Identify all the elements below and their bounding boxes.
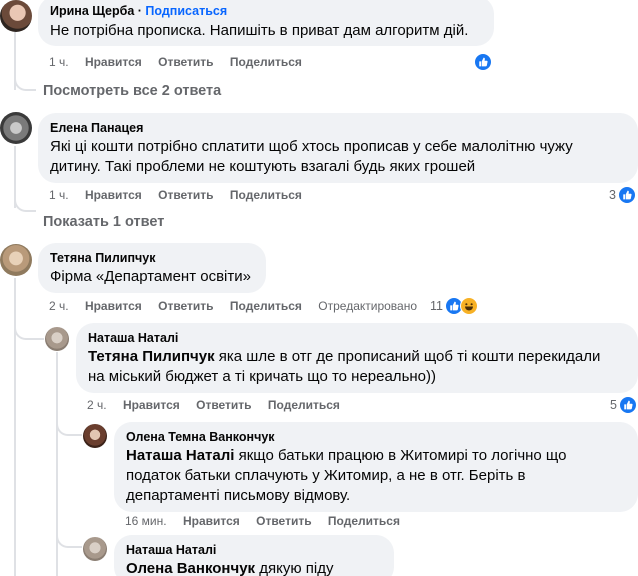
comment-actions: 2 ч. Нравится Ответить Поделиться Отреда… [49, 298, 430, 314]
reaction-summary[interactable]: 11 [430, 297, 478, 315]
avatar[interactable] [0, 244, 32, 276]
reaction-count: 11 [430, 299, 443, 313]
reply-button[interactable]: Ответить [196, 397, 251, 413]
reaction-summary[interactable]: 3 [609, 186, 636, 204]
thread-connector [14, 196, 36, 212]
view-replies-link[interactable]: Показать 1 ответ [43, 213, 164, 231]
reply-button[interactable]: Ответить [158, 298, 213, 314]
reaction-summary[interactable]: 5 [610, 396, 637, 414]
reply-text-line: податок батьки сплачують у Житомир, а не… [126, 467, 526, 484]
reply-button[interactable]: Ответить [158, 54, 213, 70]
like-icon [618, 396, 637, 414]
avatar[interactable] [0, 0, 32, 32]
view-replies-link[interactable]: Посмотреть все 2 ответа [43, 82, 221, 100]
comment-author[interactable]: Елена Панацея [50, 120, 626, 136]
reply-actions: 16 мин. Нравится Ответить Поделиться [125, 513, 413, 529]
thread-connector [14, 75, 36, 91]
reply-actions: 2 ч. Нравится Ответить Поделиться [87, 397, 353, 413]
like-button[interactable]: Нравится [183, 513, 240, 529]
comment-text: Фірма «Департамент освіти» [50, 268, 251, 285]
reply-button[interactable]: Ответить [256, 513, 311, 529]
thread-connector [56, 530, 82, 548]
avatar[interactable] [83, 537, 107, 561]
thread-connector [14, 322, 44, 340]
like-button[interactable]: Нравится [85, 298, 142, 314]
mention-link[interactable]: Наташа Наталі [126, 447, 234, 464]
comment-author[interactable]: Тетяна Пилипчук [50, 250, 254, 266]
reaction-count: 5 [610, 398, 617, 412]
reply-time[interactable]: 16 мин. [125, 513, 167, 529]
comment-bubble: Тетяна Пилипчук Фірма «Департамент освіт… [38, 243, 266, 293]
mention-link[interactable]: Олена Ванкончук [126, 560, 255, 576]
comment-time[interactable]: 1 ч. [49, 54, 69, 70]
reply-bubble: Наташа Наталі Олена Ванкончук дякую піду… [114, 535, 394, 576]
like-button[interactable]: Нравится [85, 187, 142, 203]
edited-label: Отредактировано [318, 299, 418, 313]
like-button[interactable]: Нравится [123, 397, 180, 413]
comment-time[interactable]: 2 ч. [49, 298, 69, 314]
avatar[interactable] [83, 424, 107, 448]
comment-text-line: дитину. Такі проблеми не коштують взагал… [50, 158, 476, 175]
share-button[interactable]: Поделиться [230, 187, 302, 203]
reply-text-line: на міський бюджет а ті кричать що то нер… [88, 368, 436, 385]
reply-bubble: Наташа Наталі Тетяна Пилипчук яка шле в … [76, 323, 638, 393]
reply-author[interactable]: Наташа Наталі [126, 542, 382, 558]
share-button[interactable]: Поделиться [328, 513, 400, 529]
haha-icon [459, 297, 478, 315]
reply-text: якщо батьки працюю в Житомирі то логічно… [234, 447, 567, 464]
like-icon [617, 186, 636, 204]
share-button[interactable]: Поделиться [268, 397, 340, 413]
comment-time[interactable]: 1 ч. [49, 187, 69, 203]
reaction-summary[interactable] [474, 53, 492, 71]
reply-text: яка шле в отг де прописаний щоб ті кошти… [214, 348, 601, 365]
comment-actions: 1 ч. Нравится Ответить Поделиться [49, 54, 315, 70]
reply-bubble: Олена Темна Ванкончук Наташа Наталі якщо… [114, 422, 638, 512]
comment-actions: 1 ч. Нравится Ответить Поделиться [49, 187, 315, 203]
follow-link[interactable]: Подписаться [145, 4, 227, 18]
avatar[interactable] [0, 112, 32, 144]
reply-time[interactable]: 2 ч. [87, 397, 107, 413]
reply-button[interactable]: Ответить [158, 187, 213, 203]
comment-bubble: Елена Панацея Які ці кошти потрібно спла… [38, 113, 638, 183]
avatar[interactable] [45, 327, 69, 351]
reply-author[interactable]: Олена Темна Ванкончук [126, 429, 626, 445]
comment-bubble: Ирина Щерба · Подписаться Не потрібна пр… [38, 0, 494, 46]
reply-author[interactable]: Наташа Наталі [88, 330, 626, 346]
reply-text-line: департаменті письмову відмову. [126, 487, 351, 504]
share-button[interactable]: Поделиться [230, 298, 302, 314]
like-icon [474, 53, 492, 71]
share-button[interactable]: Поделиться [230, 54, 302, 70]
comment-text: Не потрібна прописка. Напишіть в приват … [50, 22, 469, 39]
reaction-count: 3 [609, 188, 616, 202]
like-button[interactable]: Нравится [85, 54, 142, 70]
comment-text-line: Які ці кошти потрібно сплатити щоб хтось… [50, 138, 573, 155]
mention-link[interactable]: Тетяна Пилипчук [88, 348, 215, 365]
comment-author[interactable]: Ирина Щерба [50, 4, 134, 18]
thread-connector [56, 418, 82, 436]
